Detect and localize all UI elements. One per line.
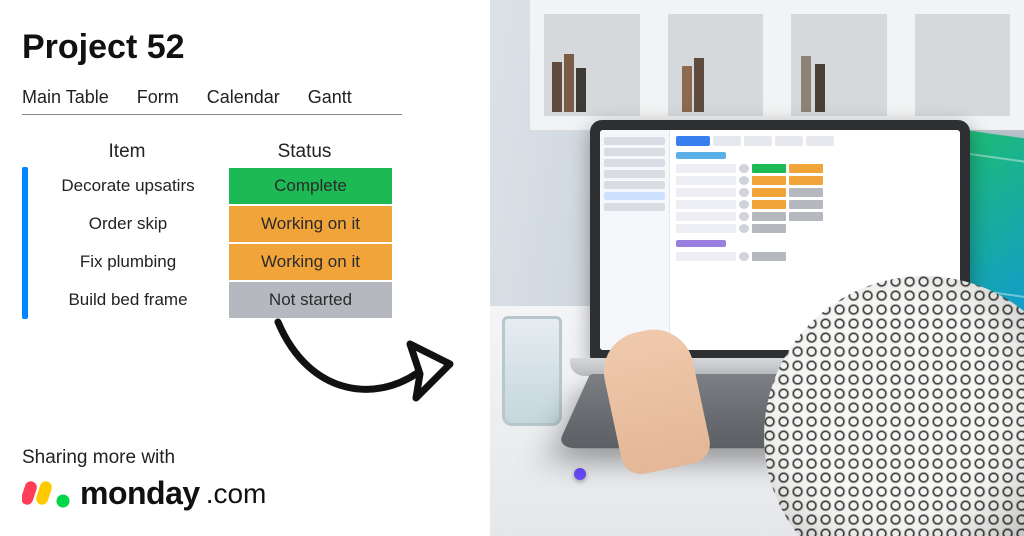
item-cell[interactable]: Order skip [28, 205, 228, 243]
brand-suffix: .com [206, 478, 267, 510]
water-glass [502, 316, 562, 426]
item-cell[interactable]: Build bed frame [28, 281, 228, 319]
table-row[interactable]: Order skip Working on it [28, 205, 468, 243]
table-row[interactable]: Decorate upsatirs Complete [28, 167, 468, 205]
status-cell[interactable]: Complete [228, 167, 393, 205]
view-tabs: Main Table Form Calendar Gantt [22, 87, 402, 115]
brand-logo: monday.com [22, 475, 468, 512]
column-header-item: Item [22, 141, 222, 163]
tab-gantt[interactable]: Gantt [308, 87, 352, 108]
task-table: Item Status Decorate upsatirs Complete O… [22, 141, 468, 319]
item-cell[interactable]: Fix plumbing [28, 243, 228, 281]
brand-name: monday [80, 475, 200, 512]
group-color-bar [22, 167, 28, 319]
footer-tagline: Sharing more with [22, 447, 468, 469]
tab-calendar[interactable]: Calendar [207, 87, 280, 108]
table-row[interactable]: Fix plumbing Working on it [28, 243, 468, 281]
status-cell[interactable]: Working on it [228, 205, 393, 243]
table-header-row: Item Status [22, 141, 468, 163]
lifestyle-photo [490, 0, 1024, 536]
left-panel: Project 52 Main Table Form Calendar Gant… [0, 0, 490, 536]
page-title: Project 52 [22, 28, 468, 67]
footer: Sharing more with monday.com [22, 447, 468, 512]
table-body: Decorate upsatirs Complete Order skip Wo… [22, 167, 468, 319]
tab-main-table[interactable]: Main Table [22, 87, 109, 108]
item-cell[interactable]: Decorate upsatirs [28, 167, 228, 205]
column-header-status: Status [222, 141, 387, 163]
status-cell[interactable]: Working on it [228, 243, 393, 281]
bookshelf [530, 0, 1024, 130]
tab-form[interactable]: Form [137, 87, 179, 108]
arrow-icon [260, 308, 460, 423]
monday-logo-icon [22, 477, 74, 511]
